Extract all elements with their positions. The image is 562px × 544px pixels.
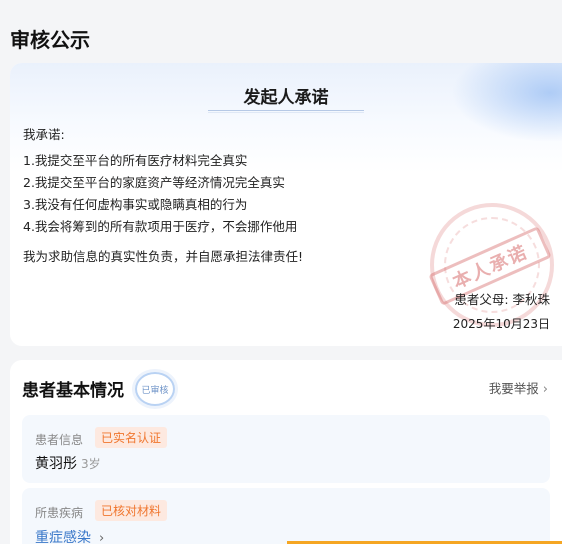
patient-card: 患者基本情况 已审核 我要举报 › 患者信息 已实名认证 黄羽彤 3岁 所患疾病 已… (10, 360, 562, 544)
patient-name-text: 黄羽彤 (35, 456, 77, 472)
promise-item-1: 1.我提交至平台的所有医疗材料完全真实 (23, 153, 248, 168)
disease-label: 所患疾病 (35, 506, 84, 520)
real-name-tag: 已实名认证 (95, 427, 168, 448)
patient-age: 3岁 (81, 457, 101, 471)
signer: 患者父母: 李秋珠 (454, 292, 550, 307)
disease-info-box: 所患疾病 已核对材料 重症感染 › (22, 488, 550, 544)
promise-item-3: 3.我没有任何虚构事实或隐瞒真相的行为 (23, 197, 248, 212)
disease-name: 重症感染 (35, 530, 91, 544)
promise-declaration: 我为求助信息的真实性负责，并自愿承担法律责任! (23, 249, 304, 264)
disease-link[interactable]: 重症感染 › (35, 527, 104, 544)
promise-intro: 我承诺: (23, 127, 65, 142)
patient-info-box: 患者信息 已实名认证 黄羽彤 3岁 (22, 415, 550, 483)
patient-info-label: 患者信息 (35, 433, 84, 447)
report-link-label: 我要举报 (488, 381, 539, 396)
promise-title: 发起人承诺 (243, 88, 329, 108)
patient-name: 黄羽彤 3岁 (35, 453, 101, 473)
promise-item-4: 4.我会将筹到的所有款项用于医疗，不会挪作他用 (23, 219, 298, 234)
promise-card: 发起人承诺 我承诺: 1.我提交至平台的所有医疗材料完全真实 2.我提交至平台的… (10, 63, 562, 346)
section-title: 审核公示 (10, 28, 90, 52)
audit-seal-icon: 已审核 (135, 372, 175, 406)
title-underline (208, 110, 364, 113)
promise-item-2: 2.我提交至平台的家庭资产等经济情况完全真实 (23, 175, 285, 190)
sign-date: 2025年10月23日 (452, 317, 550, 331)
patient-card-title: 患者基本情况 (22, 381, 124, 401)
audit-badge-text: 已审核 (141, 386, 169, 396)
chevron-right-icon: › (99, 531, 105, 544)
materials-verified-tag: 已核对材料 (95, 500, 168, 521)
report-link[interactable]: 我要举报 › (489, 378, 548, 397)
chevron-right-icon: › (542, 382, 548, 397)
